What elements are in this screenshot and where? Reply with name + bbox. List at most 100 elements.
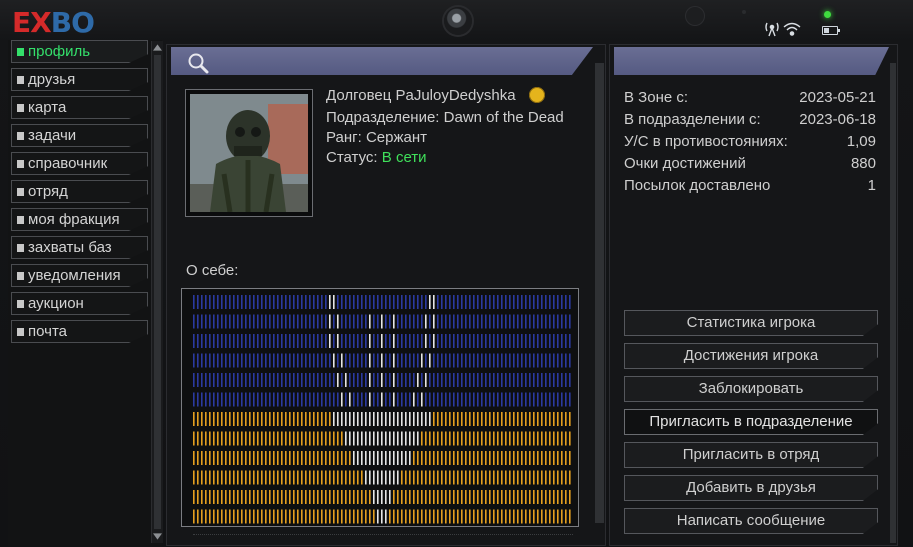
flag-dash	[461, 509, 463, 524]
stats-scrollbar[interactable]	[890, 63, 896, 543]
flag-dash	[513, 373, 515, 387]
flag-dash	[417, 295, 419, 309]
flag-dash	[253, 373, 255, 387]
sidebar-item-base-captures[interactable]: захваты баз	[11, 236, 148, 259]
stat-key: В подразделении с:	[624, 111, 761, 128]
flag-dash	[421, 470, 423, 485]
flag-dash	[305, 295, 307, 309]
flag-dash	[353, 353, 355, 368]
flag-dash	[349, 334, 351, 348]
flag-dash	[193, 490, 195, 504]
scrollbar-thumb[interactable]	[154, 55, 161, 529]
flag-dash	[569, 334, 571, 348]
flag-dash	[329, 353, 331, 368]
flag-dash	[205, 373, 207, 387]
sidebar-item-squad[interactable]: отряд	[11, 180, 148, 203]
flag-dash	[525, 373, 527, 387]
profile-scrollbar[interactable]	[595, 63, 604, 523]
flag-dash	[557, 392, 559, 407]
flag-dash	[517, 295, 519, 309]
flag-dash	[425, 431, 427, 446]
scroll-down-arrow-icon[interactable]	[153, 533, 162, 540]
send-message-button[interactable]: Написать сообщение	[624, 508, 878, 534]
flag-dash	[429, 334, 431, 348]
flag-dash	[433, 334, 435, 348]
flag-dash	[529, 353, 531, 368]
flag-dash	[369, 353, 371, 368]
sidebar-item-auction[interactable]: аукцион	[11, 292, 148, 315]
flag-dash	[421, 334, 423, 348]
sidebar-item-mail[interactable]: почта	[11, 320, 148, 343]
flag-dash	[505, 431, 507, 446]
flag-dash	[285, 412, 287, 426]
flag-dash	[225, 392, 227, 407]
flag-dash	[549, 470, 551, 485]
flag-dash	[545, 490, 547, 504]
flag-dash	[373, 509, 375, 524]
invite-to-squad-button[interactable]: Пригласить в отряд	[624, 442, 878, 468]
flag-dash	[325, 392, 327, 407]
block-button[interactable]: Заблокировать	[624, 376, 878, 402]
flag-dash	[205, 295, 207, 309]
flag-dash	[465, 314, 467, 329]
sidebar-item-notifications[interactable]: уведомления	[11, 264, 148, 287]
flag-dash	[517, 392, 519, 407]
flag-dash	[513, 509, 515, 524]
flag-dash	[425, 334, 427, 348]
sidebar-item-label: отряд	[28, 183, 68, 200]
flag-dash	[249, 431, 251, 446]
flag-dash	[561, 509, 563, 524]
sidebar-item-friends[interactable]: друзья	[11, 68, 148, 91]
flag-dash	[309, 295, 311, 309]
flag-dash	[405, 295, 407, 309]
flag-dash	[273, 431, 275, 446]
sidebar-item-tasks[interactable]: задачи	[11, 124, 148, 147]
flag-dash	[349, 353, 351, 368]
flag-dash	[389, 295, 391, 309]
profile-panel-header	[171, 47, 593, 75]
profile-name: Долговец PaJuloyDedyshka	[326, 87, 516, 104]
flag-dash	[341, 334, 343, 348]
flag-dash	[365, 392, 367, 407]
flag-dash	[453, 470, 455, 485]
flag-dash	[197, 295, 199, 309]
flag-dash	[501, 314, 503, 329]
stat-key: Посылок доставлено	[624, 177, 771, 194]
player-stats-button[interactable]: Статистика игрока	[624, 310, 878, 336]
flag-dash	[269, 314, 271, 329]
player-achievements-button[interactable]: Достижения игрока	[624, 343, 878, 369]
flag-dash	[337, 392, 339, 407]
sidebar-item-my-faction[interactable]: моя фракция	[11, 208, 148, 231]
flag-dash	[529, 431, 531, 446]
flag-dash	[349, 470, 351, 485]
flag-dash	[381, 412, 383, 426]
flag-dash	[549, 431, 551, 446]
invite-to-division-button[interactable]: Пригласить в подразделение	[624, 409, 878, 435]
flag-dash	[393, 412, 395, 426]
flag-dash	[329, 412, 331, 426]
scroll-up-arrow-icon[interactable]	[153, 44, 162, 51]
flag-dash	[445, 431, 447, 446]
flag-dash	[489, 392, 491, 407]
flag-dash	[381, 314, 383, 329]
add-friend-button[interactable]: Добавить в друзья	[624, 475, 878, 501]
search-icon[interactable]	[187, 52, 209, 74]
power-led	[824, 11, 831, 18]
sidebar-scrollbar[interactable]	[151, 41, 163, 543]
document-icon	[17, 48, 24, 56]
flag-dash	[245, 470, 247, 485]
flag-dash	[221, 334, 223, 348]
flag-dash	[325, 334, 327, 348]
sidebar-item-profile[interactable]: профиль	[11, 40, 148, 63]
stat-row: У/С в противостояниях: 1,09	[624, 133, 876, 153]
flag-dash	[477, 314, 479, 329]
flag-dash	[517, 490, 519, 504]
flag-dash	[557, 412, 559, 426]
sidebar-item-map[interactable]: карта	[11, 96, 148, 119]
flag-dash	[341, 314, 343, 329]
flag-dash	[353, 412, 355, 426]
sidebar-item-reference[interactable]: справочник	[11, 152, 148, 175]
flag-dash	[405, 509, 407, 524]
flag-dash	[437, 412, 439, 426]
flag-dash	[349, 392, 351, 407]
